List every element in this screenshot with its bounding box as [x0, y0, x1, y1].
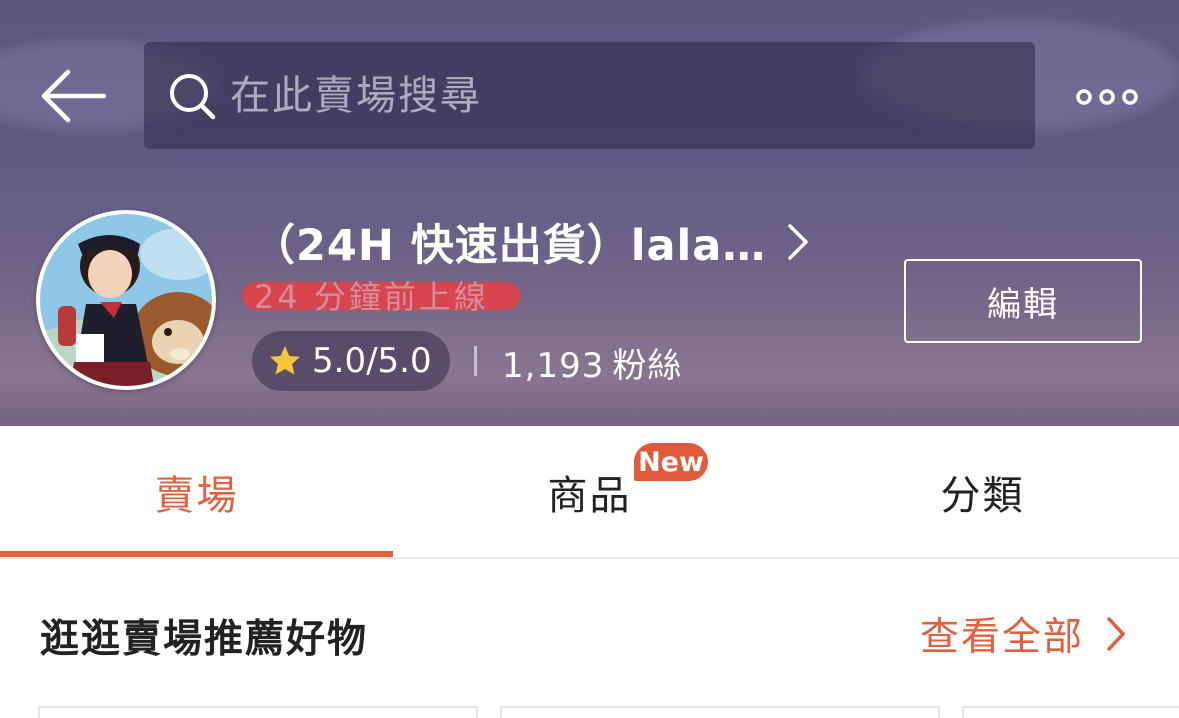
- tab-bar: 賣場 商品 分類: [0, 426, 1179, 559]
- search-icon: [170, 74, 216, 120]
- product-card[interactable]: [38, 706, 478, 718]
- tab-products[interactable]: 商品: [393, 426, 786, 557]
- edit-button[interactable]: 編輯: [904, 259, 1142, 343]
- online-status-text: 24 分鐘前上線: [254, 278, 489, 316]
- stats-divider: [474, 346, 477, 376]
- rating-value: 5.0/5.0: [312, 341, 432, 381]
- product-card[interactable]: [962, 706, 1179, 718]
- chevron-right-icon: [788, 224, 809, 260]
- product-card[interactable]: [500, 706, 940, 718]
- see-all-label: 查看全部: [920, 615, 1085, 660]
- followers-count: 1,193 粉絲: [502, 338, 682, 387]
- star-icon: [270, 346, 300, 375]
- active-tab-indicator: [0, 551, 393, 557]
- online-status: 24 分鐘前上線: [242, 278, 520, 316]
- tab-shop[interactable]: 賣場: [0, 426, 393, 557]
- see-all-link[interactable]: 查看全部: [920, 606, 1126, 662]
- new-badge: New: [634, 443, 708, 481]
- rating-badge: 5.0/5.0: [252, 331, 450, 391]
- followers-label: 粉絲: [612, 346, 683, 386]
- shop-avatar[interactable]: [36, 210, 216, 390]
- shop-name-link[interactable]: （24H 快速出貨）lala…: [252, 212, 810, 272]
- tab-categories[interactable]: 分類: [786, 426, 1179, 557]
- search-box[interactable]: [144, 42, 1035, 149]
- search-input[interactable]: [228, 64, 992, 128]
- section-title: 逛逛賣場推薦好物: [40, 617, 369, 662]
- avatar-image: [40, 214, 212, 386]
- shop-name: （24H 快速出貨）lala…: [252, 221, 767, 271]
- more-dots-icon[interactable]: [1072, 82, 1142, 112]
- back-arrow-icon[interactable]: [38, 66, 110, 126]
- followers-number: 1,193: [502, 346, 605, 386]
- shop-banner: （24H 快速出貨）lala… 24 分鐘前上線 5.0/5.0 1,193粉絲…: [0, 0, 1179, 426]
- chevron-right-icon: [1107, 617, 1125, 651]
